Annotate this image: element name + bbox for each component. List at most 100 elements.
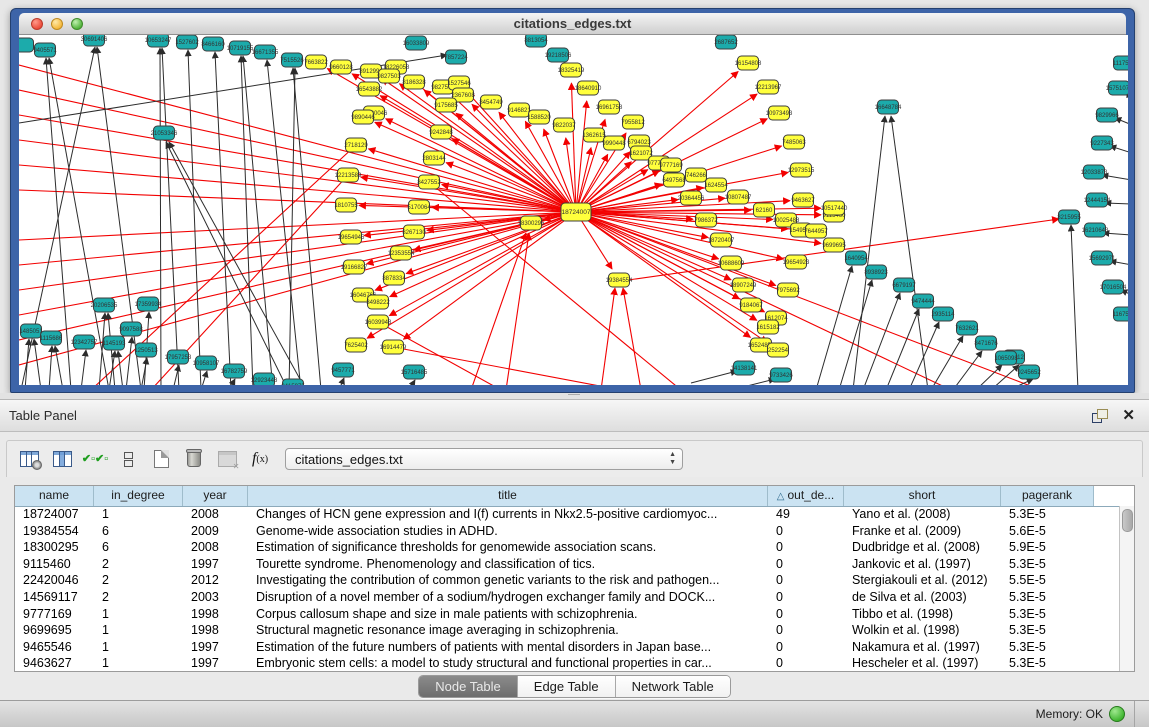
graph-node[interactable]: 10973493 [766, 106, 793, 120]
table-row[interactable]: 1872400712008Changes of HCN gene express… [15, 506, 1120, 523]
graph-node[interactable]: 1810755 [334, 198, 358, 212]
graph-node[interactable]: 9457771 [331, 363, 355, 377]
graph-node[interactable]: 1145193 [103, 336, 127, 350]
graph-node[interactable]: 9474444 [911, 294, 935, 308]
graph-node[interactable]: 12213589 [335, 168, 362, 182]
graph-node[interactable]: 5170064 [407, 200, 431, 214]
graph-node[interactable]: 16033809 [403, 36, 430, 50]
column-header-pagerank[interactable]: pagerank [1001, 486, 1094, 506]
graph-node[interactable]: 2718129 [344, 138, 368, 152]
graph-node[interactable]: 9990448 [602, 136, 626, 150]
close-panel-icon[interactable]: ✕ [1122, 409, 1135, 423]
graph-node[interactable]: 15692971 [1089, 251, 1116, 265]
memory-status-icon[interactable] [1109, 706, 1125, 722]
graph-node[interactable]: 9405571 [33, 43, 57, 57]
table-row[interactable]: 946554611997Estimation of the future num… [15, 639, 1120, 656]
graph-node[interactable]: 15751074 [1106, 81, 1128, 95]
column-header-in_degree[interactable]: in_degree [94, 486, 183, 506]
graph-node[interactable]: 18640910 [575, 81, 602, 95]
graph-node[interactable]: 20364456 [678, 191, 705, 205]
graph-node[interactable]: 8454749 [479, 95, 503, 109]
scrollbar-thumb[interactable] [1122, 509, 1133, 532]
graph-node[interactable]: 16961758 [596, 100, 623, 114]
graph-node[interactable]: 19654923 [783, 255, 810, 269]
graph-node[interactable]: 9827503 [377, 69, 401, 83]
graph-node[interactable]: 12353554 [388, 246, 415, 260]
graph-node[interactable]: 6679197 [892, 278, 916, 292]
row-options-icon[interactable] [117, 448, 139, 470]
graph-node[interactable]: 12923448 [251, 373, 278, 385]
graph-node[interactable]: 18325419 [558, 63, 585, 77]
graph-node[interactable]: 9463627 [791, 193, 815, 207]
graph-node[interactable]: 8466160 [201, 37, 225, 51]
table-row[interactable]: 977716911998Corpus callosum shape and si… [15, 606, 1120, 623]
new-table-icon[interactable] [150, 448, 172, 470]
graph-node[interactable]: 10653247 [145, 35, 172, 47]
table-row[interactable]: 1830029562008Estimation of significance … [15, 539, 1120, 556]
graph-node[interactable]: 7975692 [776, 283, 800, 297]
table-scrollbar[interactable] [1119, 506, 1134, 671]
graph-node[interactable]: 14138141 [731, 361, 758, 375]
graph-node[interactable]: 1167551 [1113, 307, 1128, 321]
graph-node[interactable]: 18720407 [708, 233, 735, 247]
graph-node[interactable]: 12444154 [1084, 193, 1111, 207]
network-canvas[interactable]: 9405571 30691406 1065324715276028466160107… [19, 35, 1128, 385]
graph-node[interactable]: 8427552 [417, 175, 441, 189]
graph-node[interactable]: 1615182 [756, 320, 780, 334]
window-titlebar[interactable]: citations_edges.txt [19, 13, 1126, 35]
graph-node[interactable]: 19218506 [545, 48, 572, 62]
graph-node[interactable]: 16154808 [735, 56, 762, 70]
table-row[interactable]: 911546021997Tourette syndrome. Phenomeno… [15, 556, 1120, 573]
table-row[interactable]: 969969511998Structural magnetic resonanc… [15, 622, 1120, 639]
graph-node[interactable]: 62160 [754, 203, 775, 217]
graph-node[interactable]: 8186328 [402, 75, 426, 89]
graph-node[interactable]: 8938923 [864, 265, 888, 279]
graph-node[interactable]: 8471676 [974, 336, 998, 350]
graph-node[interactable]: 3498222 [366, 295, 390, 309]
graph-node[interactable]: 16914479 [380, 340, 407, 354]
graph-node[interactable]: 30691406 [81, 35, 108, 46]
graph-node[interactable]: 7955812 [621, 115, 645, 129]
graph-node[interactable]: 12033873 [1081, 165, 1108, 179]
function-builder-icon[interactable]: f(x) [249, 448, 271, 470]
graph-node[interactable]: 16648784 [875, 100, 902, 114]
graph-node[interactable]: 1065098 [994, 351, 1018, 365]
table-settings-icon[interactable] [18, 448, 40, 470]
graph-node[interactable]: 19384554 [606, 273, 633, 287]
graph-node[interactable]: 10807487 [725, 190, 752, 204]
graph-node[interactable]: 1527602 [175, 35, 199, 49]
graph-node[interactable]: 15716485 [401, 365, 428, 379]
graph-node[interactable]: 7625402 [344, 338, 368, 352]
graph-node[interactable]: 7485063 [782, 135, 806, 149]
graph-node[interactable]: 9699695 [822, 238, 846, 252]
graph-node[interactable]: 12342757 [71, 335, 98, 349]
graph-node[interactable]: 8267130 [402, 225, 426, 239]
column-header-name[interactable]: name [15, 486, 94, 506]
column-header-out_degree[interactable]: △out_de... [768, 486, 844, 506]
delete-trash-icon[interactable] [183, 448, 205, 470]
graph-node[interactable]: 16039948 [365, 315, 392, 329]
graph-node[interactable]: 9242848 [429, 125, 453, 139]
tab-node-table[interactable]: Node Table [419, 676, 518, 697]
graph-node[interactable]: 10958107 [193, 356, 220, 370]
column-header-year[interactable]: year [183, 486, 248, 506]
graph-node[interactable]: 8215955 [1057, 210, 1081, 224]
graph-node[interactable]: 20206535 [91, 298, 118, 312]
show-column-icon[interactable] [51, 448, 73, 470]
graph-node[interactable]: 16671355 [252, 45, 279, 59]
graph-node[interactable]: 252254 [768, 343, 789, 357]
network-graph[interactable]: 9405571 30691406 1065324715276028466160107… [19, 35, 1128, 385]
graph-node[interactable]: 21053346 [151, 126, 178, 140]
graph-node[interactable]: 6497568 [662, 173, 686, 187]
graph-node[interactable]: 16782759 [221, 364, 248, 378]
graph-node[interactable]: 9829966 [1095, 108, 1119, 122]
table-row[interactable]: 1938455462009Genome-wide association stu… [15, 523, 1120, 540]
graph-node[interactable]: 7663822 [304, 55, 328, 69]
graph-node[interactable]: 2687652 [714, 35, 738, 49]
graph-node[interactable] [19, 38, 34, 52]
graph-node[interactable]: 9227343 [1090, 136, 1114, 150]
graph-node[interactable]: 18907249 [730, 278, 757, 292]
graph-node[interactable]: 9777169 [659, 158, 683, 172]
graph-node[interactable]: 10719155 [227, 41, 254, 55]
graph-node[interactable]: 2803144 [422, 151, 446, 165]
